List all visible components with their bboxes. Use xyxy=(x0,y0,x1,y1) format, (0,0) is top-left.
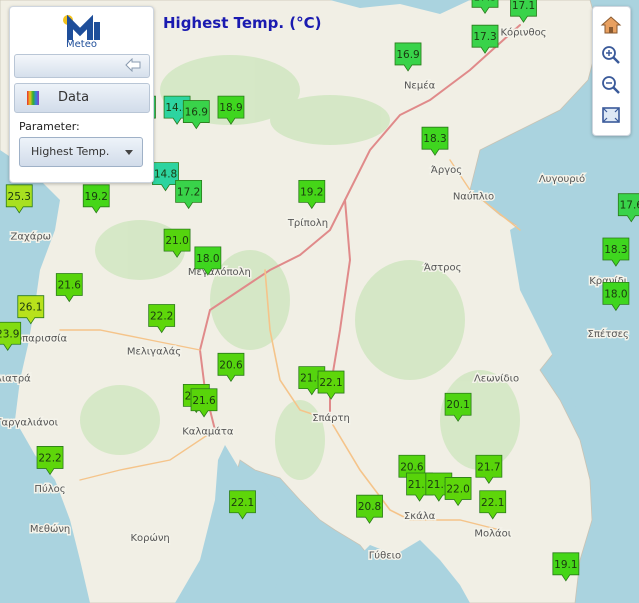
station-value: 21.7 xyxy=(477,461,500,473)
station-value: 22.2 xyxy=(38,452,61,464)
place-label: Μεθώνη xyxy=(30,523,70,535)
place-label: Μολάοι xyxy=(474,527,511,539)
place-label: Μελιγαλάς xyxy=(127,346,181,358)
back-arrow-icon[interactable] xyxy=(125,58,141,72)
station-value: 20.8 xyxy=(358,501,381,513)
station-value: 25.3 xyxy=(8,191,31,203)
station-value: 21.0 xyxy=(165,235,188,247)
station-value: 16.9 xyxy=(396,49,419,61)
station-value: 22.1 xyxy=(231,497,254,509)
station-value: 18.0 xyxy=(196,253,219,265)
station-value: 17.3 xyxy=(473,31,496,43)
station-value: 22.1 xyxy=(319,377,342,389)
place-label: Σπέτσες xyxy=(588,328,629,340)
station-value: 18.3 xyxy=(604,244,627,256)
map-title: Highest Temp. (°C) xyxy=(163,14,322,32)
place-label: Λεωνίδιο xyxy=(474,372,519,384)
place-label: Άργος xyxy=(431,164,462,176)
station-value: 17.3 xyxy=(473,0,496,3)
map-toolbar xyxy=(592,6,631,136)
station-value: 17.6 xyxy=(620,200,639,212)
logo-text: Meteo xyxy=(66,39,97,50)
station-value: 19.2 xyxy=(85,191,108,203)
parameter-select[interactable]: Highest Temp. xyxy=(19,137,143,167)
data-button-label: Data xyxy=(58,90,90,105)
place-label: Νεμέα xyxy=(404,80,436,92)
place-label: Φιλιατρά xyxy=(0,372,31,384)
full-extent-icon[interactable] xyxy=(599,103,623,127)
place-label: Λυγουριό xyxy=(539,173,585,185)
station-value: 23.9 xyxy=(0,328,19,340)
station-value: 20.1 xyxy=(446,399,469,411)
station-value: 16.9 xyxy=(185,107,208,119)
place-label: Ζαχάρω xyxy=(11,230,52,242)
station-value: 20.6 xyxy=(219,359,243,371)
station-value: 17.1 xyxy=(512,0,535,12)
zoom-in-icon[interactable] xyxy=(599,43,623,67)
station-value: 21.6 xyxy=(192,395,216,407)
station-value: 22.2 xyxy=(150,311,173,323)
parameter-select-value: Highest Temp. xyxy=(31,145,110,158)
place-label: Γαργαλιάνοι xyxy=(0,417,59,429)
station-value: 20.6 xyxy=(400,461,424,473)
place-label: Γύθειο xyxy=(369,550,401,562)
station-value: 22.0 xyxy=(446,483,469,495)
station-value: 22.1 xyxy=(481,497,504,509)
station-value: 26.1 xyxy=(19,302,42,314)
place-label: Κορώνη xyxy=(130,532,169,544)
station-value: 19.2 xyxy=(300,186,323,198)
station-value: 18.3 xyxy=(423,133,446,145)
place-label: Σκάλα xyxy=(404,510,436,522)
parameter-label: Parameter: xyxy=(19,120,80,133)
place-label: Τρίπολη xyxy=(287,217,328,229)
color-scale-icon xyxy=(27,91,39,105)
place-label: Σπάρτη xyxy=(312,412,350,424)
place-label: Άστρος xyxy=(424,261,462,273)
station-value: 17.2 xyxy=(177,186,200,198)
station-value: 18.0 xyxy=(604,288,627,300)
home-icon[interactable] xyxy=(599,13,623,37)
zoom-out-icon[interactable] xyxy=(599,73,623,97)
chevron-down-icon xyxy=(125,150,133,155)
data-button[interactable]: Data xyxy=(14,83,150,113)
location-search-bar[interactable] xyxy=(14,54,150,78)
station-value: 21.6 xyxy=(58,280,82,292)
place-label: Κόρινθος xyxy=(500,26,546,38)
control-panel: Meteo Data Parameter: Highest Temp. xyxy=(9,6,154,183)
place-label: Καλαμάτα xyxy=(182,426,234,438)
station-value: 14.8 xyxy=(154,169,177,181)
place-label: Πύλος xyxy=(34,483,65,495)
place-label: Ναύπλιο xyxy=(453,191,494,203)
station-value: 19.1 xyxy=(554,559,577,571)
station-value: 18.9 xyxy=(219,102,242,114)
